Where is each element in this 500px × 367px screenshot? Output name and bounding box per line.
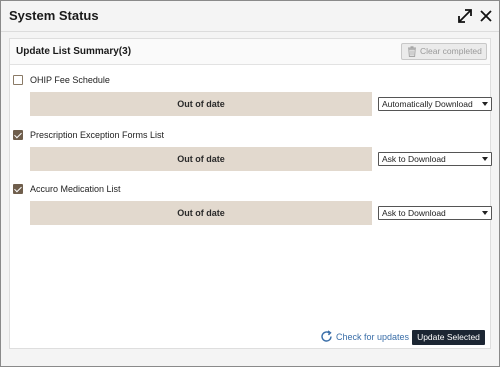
item-checkbox[interactable] [13, 130, 23, 140]
list-item: Accuro Medication List Out of date Ask t… [10, 183, 492, 235]
window-title: System Status [9, 8, 99, 23]
expand-icon[interactable] [456, 7, 474, 25]
check-for-updates-label: Check for updates [336, 332, 410, 342]
trash-icon [407, 46, 417, 62]
chevron-down-icon [482, 211, 488, 215]
title-bar: System Status [1, 1, 499, 32]
list-item: OHIP Fee Schedule Out of date Automatica… [10, 74, 492, 126]
download-option-select[interactable]: Automatically Download [378, 97, 492, 111]
status-bar: Out of date [30, 92, 372, 116]
clear-completed-button[interactable]: Clear completed [401, 43, 487, 60]
download-option-select[interactable]: Ask to Download [378, 206, 492, 220]
system-status-window: System Status Update List Summary(3) Cle… [0, 0, 500, 367]
list-item: Prescription Exception Forms List Out of… [10, 129, 492, 181]
status-bar: Out of date [30, 201, 372, 225]
download-option-select[interactable]: Ask to Download [378, 152, 492, 166]
panel-header: Update List Summary(3) Clear completed [10, 39, 490, 65]
status-bar: Out of date [30, 147, 372, 171]
item-checkbox[interactable] [13, 75, 23, 85]
clear-completed-label: Clear completed [420, 46, 482, 56]
update-list-panel: Update List Summary(3) Clear completed O… [9, 38, 492, 349]
item-label: Prescription Exception Forms List [30, 130, 165, 140]
download-option-value: Ask to Download [382, 154, 446, 164]
panel-title: Update List Summary(3) [16, 46, 132, 57]
download-option-value: Automatically Download [382, 99, 473, 109]
update-selected-button[interactable]: Update Selected [412, 330, 485, 345]
item-checkbox[interactable] [13, 184, 23, 194]
close-icon[interactable] [477, 7, 495, 25]
item-label: Accuro Medication List [30, 184, 121, 194]
chevron-down-icon [482, 102, 488, 106]
item-label: OHIP Fee Schedule [30, 75, 110, 85]
refresh-icon [320, 330, 333, 345]
download-option-value: Ask to Download [382, 208, 446, 218]
chevron-down-icon [482, 157, 488, 161]
